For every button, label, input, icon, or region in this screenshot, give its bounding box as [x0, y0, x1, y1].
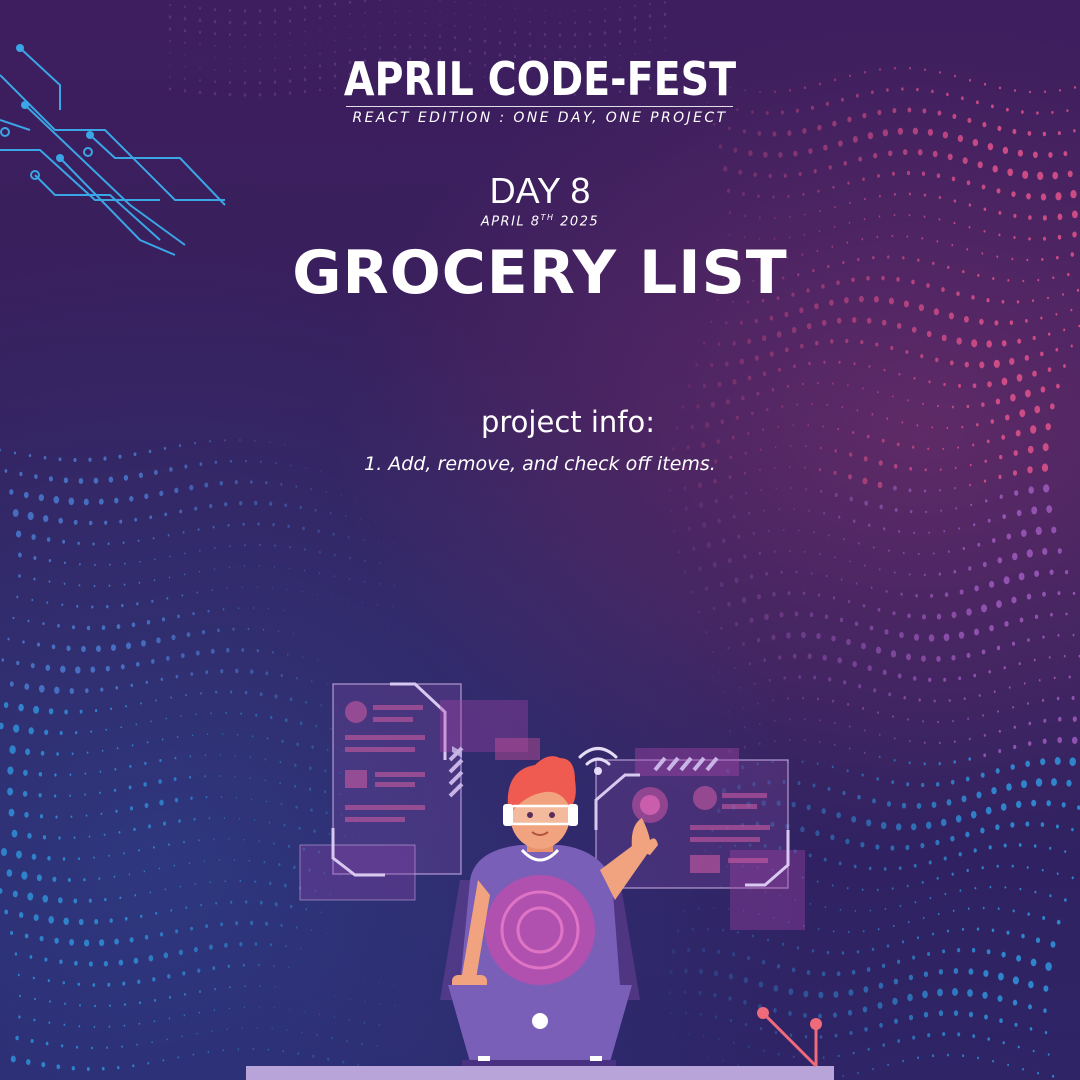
project-info-item: 1. Add, remove, and check off items. — [364, 453, 716, 475]
project-title: GROCERY LIST — [292, 238, 788, 308]
day-label: DAY 8 — [489, 170, 591, 211]
date-year: 2025 — [554, 214, 600, 230]
title-divider — [346, 106, 733, 107]
date-ordinal: TH — [540, 213, 555, 222]
date-prefix: APRIL 8 — [480, 214, 541, 230]
event-subtitle: REACT EDITION : ONE DAY, ONE PROJECT — [352, 110, 728, 126]
project-info-heading: project info: — [480, 405, 656, 439]
event-title: APRIL CODE-FEST — [343, 52, 737, 106]
date-label: APRIL 8TH 2025 — [0, 213, 1080, 229]
